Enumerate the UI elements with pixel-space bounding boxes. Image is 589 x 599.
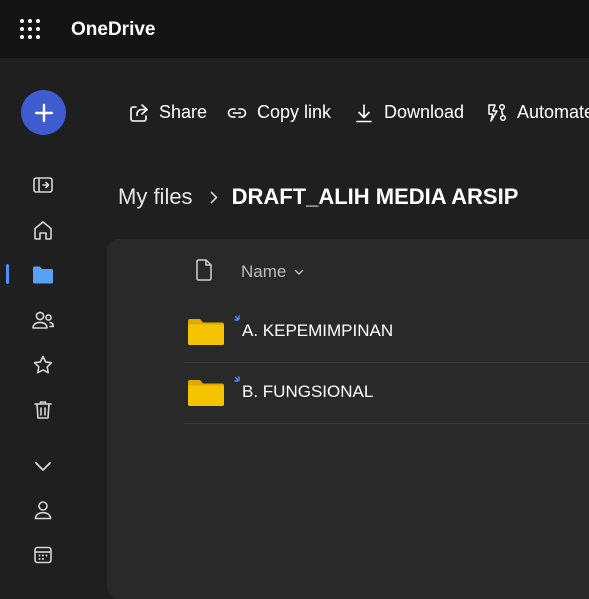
rail-recycle-bin[interactable]: [31, 398, 55, 422]
download-icon: [356, 103, 372, 122]
folder-name[interactable]: B. FUNGSIONAL: [242, 382, 373, 402]
breadcrumb-current-folder[interactable]: DRAFT_ALIH MEDIA ARSIP: [232, 184, 519, 210]
rail-active-indicator: [6, 264, 9, 284]
list-item[interactable]: A. KEPEMIMPINAN: [184, 302, 589, 363]
name-column-label: Name: [241, 262, 287, 281]
folder-icon: [188, 380, 224, 406]
app-launcher-icon[interactable]: [19, 18, 41, 40]
copy-link-button[interactable]: Copy link: [226, 90, 331, 135]
share-button[interactable]: Share: [128, 90, 207, 135]
app-title[interactable]: OneDrive: [71, 19, 155, 41]
share-label: Share: [159, 102, 208, 122]
folder-icon: [33, 266, 53, 284]
sidebar-toggle-icon: [33, 177, 53, 193]
breadcrumb: My files DRAFT_ALIH MEDIA ARSIP: [118, 183, 518, 211]
share-icon: [130, 103, 148, 122]
create-new-button[interactable]: [21, 90, 66, 135]
name-column-header[interactable]: Name: [241, 262, 304, 282]
breadcrumb-my-files[interactable]: My files: [118, 184, 193, 210]
automate-button[interactable]: Automate: [486, 90, 589, 135]
calendar-icon: [34, 546, 52, 564]
command-bar: Share Copy link Download Automate: [86, 90, 589, 135]
chevron-right-icon: [210, 191, 218, 204]
star-icon: [33, 355, 53, 374]
chevron-down-icon: [295, 269, 304, 275]
rail-meetings[interactable]: [31, 543, 55, 567]
top-bar: OneDrive: [0, 0, 589, 58]
automate-icon: [488, 103, 507, 122]
download-button[interactable]: Download: [353, 90, 464, 135]
rail-home[interactable]: [31, 218, 55, 242]
file-type-icon[interactable]: [195, 259, 213, 281]
automate-label: Automate: [517, 102, 589, 122]
link-icon: [227, 107, 247, 118]
rail-sidebar-toggle[interactable]: [31, 173, 55, 197]
chevron-down-icon: [35, 462, 51, 471]
download-label: Download: [384, 102, 465, 122]
folder-icon: [188, 319, 224, 345]
trash-icon: [34, 401, 52, 419]
folder-name[interactable]: A. KEPEMIMPINAN: [242, 321, 393, 341]
list-item[interactable]: B. FUNGSIONAL: [184, 363, 589, 424]
home-icon: [34, 221, 52, 240]
rail-my-files[interactable]: [31, 263, 55, 287]
copy-link-label: Copy link: [257, 102, 332, 122]
person-icon: [34, 501, 52, 520]
people-icon: [32, 311, 55, 329]
rail-shared[interactable]: [31, 308, 55, 332]
rail-favorites[interactable]: [31, 353, 55, 377]
rail-expand-button[interactable]: [31, 454, 55, 478]
new-plus-icon: [34, 103, 53, 122]
rail-people[interactable]: [31, 498, 55, 522]
